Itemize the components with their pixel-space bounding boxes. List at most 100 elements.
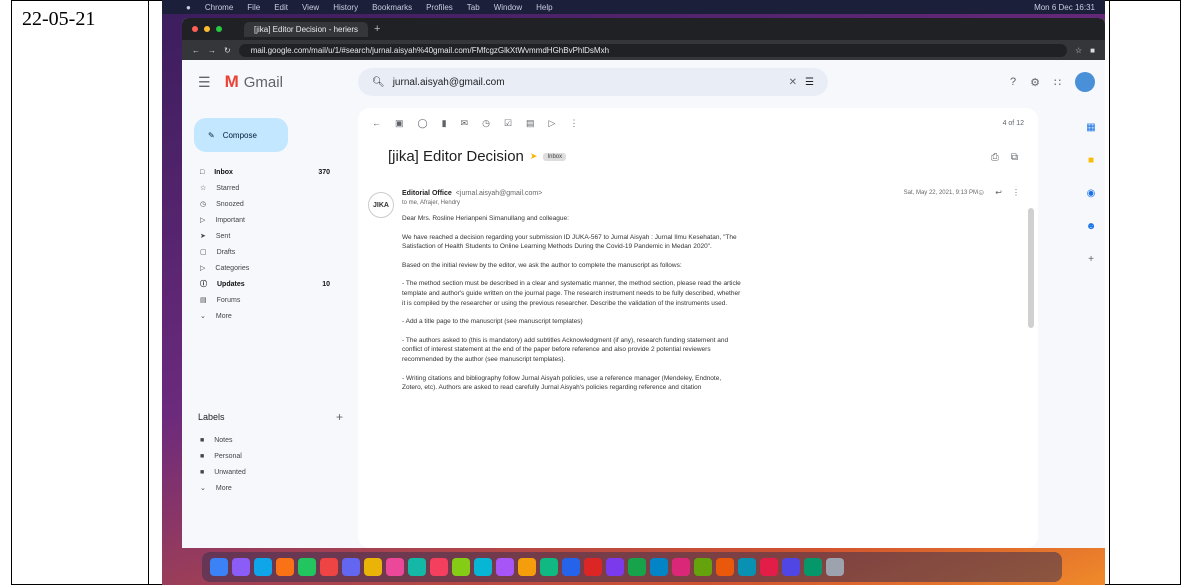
label-item[interactable]: ■ Unwanted: [182, 464, 352, 480]
back-icon[interactable]: ←: [192, 46, 200, 55]
firefox-icon[interactable]: [276, 558, 294, 576]
help-icon[interactable]: ?: [1010, 76, 1016, 88]
reload-icon[interactable]: ↻: [224, 46, 231, 55]
minimize-window-icon[interactable]: [204, 26, 210, 32]
label-item[interactable]: ⌄ More: [182, 480, 352, 496]
launchpad-icon[interactable]: [232, 558, 250, 576]
inbox-chip[interactable]: Inbox: [543, 152, 567, 161]
hamburger-menu-icon[interactable]: ☰: [198, 74, 211, 91]
chrome-icon[interactable]: [320, 558, 338, 576]
more-vert-icon[interactable]: ⋮: [569, 118, 578, 129]
sidebar-item-inbox[interactable]: □ Inbox 370: [182, 164, 352, 180]
account-avatar[interactable]: [1075, 72, 1095, 92]
settings-gear-icon[interactable]: ⚙: [1030, 76, 1040, 89]
extensions-icon[interactable]: ■: [1090, 46, 1095, 55]
settings-icon[interactable]: [738, 558, 756, 576]
photos-icon[interactable]: [386, 558, 404, 576]
preview-icon[interactable]: [716, 558, 734, 576]
sidebar-item-updates[interactable]: ⓘ Updates 10: [182, 276, 352, 292]
sidebar-item-more[interactable]: ⌄ More: [182, 308, 352, 324]
sidebar-item-sent[interactable]: ➤ Sent: [182, 228, 352, 244]
add-addon-icon[interactable]: +: [1088, 254, 1094, 265]
label-icon[interactable]: ▷: [549, 118, 556, 129]
notes-icon[interactable]: [364, 558, 382, 576]
app-store-icon[interactable]: [474, 558, 492, 576]
emoji-react-icon[interactable]: ☺: [977, 188, 985, 197]
menu-item[interactable]: Help: [536, 3, 552, 12]
menu-item[interactable]: Window: [494, 3, 522, 12]
sidebar-item-starred[interactable]: ☆ Starred: [182, 180, 352, 196]
important-marker-icon[interactable]: ➤: [530, 151, 538, 162]
scrollbar[interactable]: [1028, 208, 1034, 328]
keep-icon[interactable]: ■: [1088, 155, 1094, 166]
menu-item[interactable]: Bookmarks: [372, 3, 412, 12]
calendar-dock-icon[interactable]: [430, 558, 448, 576]
whatsapp-icon[interactable]: [628, 558, 646, 576]
messages-icon[interactable]: [298, 558, 316, 576]
snooze-icon[interactable]: ◷: [482, 118, 490, 129]
mark-unread-icon[interactable]: ✉: [461, 118, 469, 129]
calendar-icon[interactable]: ▦: [1086, 122, 1095, 133]
zoom-icon[interactable]: [650, 558, 668, 576]
browser-tab[interactable]: [jika] Editor Decision - heriers: [244, 21, 369, 37]
finder-icon[interactable]: [210, 558, 228, 576]
close-window-icon[interactable]: [192, 26, 198, 32]
move-to-icon[interactable]: ▤: [526, 118, 535, 129]
bookmark-star-icon[interactable]: ☆: [1075, 46, 1082, 55]
label-item[interactable]: ■ Notes: [182, 432, 352, 448]
powerpoint-icon[interactable]: [584, 558, 602, 576]
excel-icon[interactable]: [540, 558, 558, 576]
menu-item[interactable]: Chrome: [205, 3, 233, 12]
archive-icon[interactable]: ▣: [395, 118, 404, 129]
search-bar[interactable]: 🔍︎ jurnal.aisyah@gmail.com ✕ ☰: [358, 68, 828, 96]
mail-icon[interactable]: [342, 558, 360, 576]
report-spam-icon[interactable]: ◯: [418, 118, 428, 129]
menu-item[interactable]: Edit: [274, 3, 288, 12]
add-task-icon[interactable]: ☑: [504, 118, 512, 129]
more-vert-icon[interactable]: ⋮: [1012, 188, 1020, 197]
reply-icon[interactable]: ↩: [995, 188, 1002, 197]
maximize-window-icon[interactable]: [216, 26, 222, 32]
search-icon[interactable]: 🔍︎: [372, 77, 385, 88]
new-tab-icon[interactable]: +: [374, 23, 380, 35]
menu-item[interactable]: View: [302, 3, 319, 12]
music-icon[interactable]: [496, 558, 514, 576]
books-icon[interactable]: [518, 558, 536, 576]
add-label-icon[interactable]: +: [336, 410, 343, 424]
tasks-icon[interactable]: ◉: [1087, 188, 1096, 199]
contacts-icon[interactable]: ☻: [1086, 221, 1097, 232]
apple-icon[interactable]: ●: [186, 3, 191, 12]
sidebar-item-categories[interactable]: ▷ Categories: [182, 260, 352, 276]
menu-item[interactable]: History: [333, 3, 358, 12]
compose-button[interactable]: ✎ Compose: [194, 118, 288, 152]
clear-search-icon[interactable]: ✕: [789, 77, 797, 88]
sidebar-item-important[interactable]: ▷ Important: [182, 212, 352, 228]
facetime-icon[interactable]: [408, 558, 426, 576]
safari-icon[interactable]: [254, 558, 272, 576]
back-arrow-icon[interactable]: ←: [372, 118, 381, 128]
address-field[interactable]: mail.google.com/mail/u/1/#search/jurnal.…: [238, 43, 1067, 57]
menu-item[interactable]: Profiles: [426, 3, 453, 12]
word-icon[interactable]: [562, 558, 580, 576]
acrobat-icon[interactable]: [760, 558, 778, 576]
terminal-icon[interactable]: [782, 558, 800, 576]
teams-icon[interactable]: [606, 558, 624, 576]
gmail-logo[interactable]: M Gmail: [225, 72, 283, 92]
print-icon[interactable]: ⎙: [991, 152, 999, 163]
trash-icon[interactable]: [826, 558, 844, 576]
recipients-line[interactable]: to me, Afrajer, Hendry: [402, 200, 460, 206]
sidebar-item-forums[interactable]: ▤ Forums: [182, 292, 352, 308]
instagram-icon[interactable]: [672, 558, 690, 576]
line-icon[interactable]: [694, 558, 712, 576]
sidebar-item-snoozed[interactable]: ◷ Snoozed: [182, 196, 352, 212]
maps-icon[interactable]: [452, 558, 470, 576]
search-input[interactable]: jurnal.aisyah@gmail.com: [393, 77, 505, 88]
search-options-icon[interactable]: ☰: [805, 77, 814, 88]
open-new-window-icon[interactable]: ⧉: [1011, 152, 1018, 163]
menu-item[interactable]: Tab: [467, 3, 480, 12]
forward-icon[interactable]: →: [208, 46, 216, 55]
apps-grid-icon[interactable]: ∷: [1054, 76, 1061, 89]
menu-item[interactable]: File: [247, 3, 260, 12]
delete-icon[interactable]: ▮: [442, 118, 447, 129]
sidebar-item-drafts[interactable]: ▢ Drafts: [182, 244, 352, 260]
